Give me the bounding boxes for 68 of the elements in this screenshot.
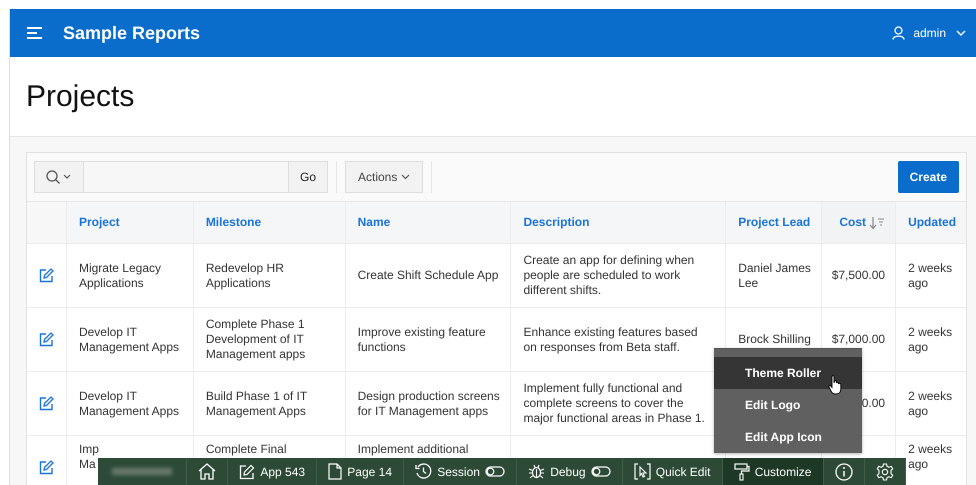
session-button[interactable]: Session [404, 458, 518, 485]
table-cell: Implement additional [358, 442, 468, 457]
page-button[interactable]: Page 14 [317, 458, 404, 485]
table-cell-text: 2 weeks ago [908, 324, 954, 354]
column-header[interactable]: Project Lead [738, 215, 810, 230]
actions-button[interactable]: Actions [345, 161, 424, 193]
table-cell-text: Redevelop HR Applications [206, 260, 285, 290]
table-cell-text: Migrate Legacy Applications [78, 260, 162, 290]
search-icon[interactable] [46, 170, 72, 184]
table-cell-text: Develop IT Management Apps [78, 388, 180, 418]
page-icon [328, 463, 342, 480]
edit-icon [239, 464, 256, 480]
column-header[interactable]: Description [523, 215, 590, 230]
table-cell-text: 2 weeks ago [908, 260, 954, 290]
table-cell: Imp Ma [78, 442, 99, 472]
table-cell-text: Design production screens for IT Management apps [358, 388, 501, 418]
table-cell-text: Improve existing feature functions [358, 324, 487, 354]
table-cell: 0.00 [862, 396, 886, 411]
column-header[interactable]: Project [78, 215, 120, 230]
menu-item[interactable]: Edit App Icon [714, 421, 862, 453]
page-title: Projects [26, 80, 134, 114]
table-cell: Complete Final [206, 442, 287, 457]
pointer-select-icon [634, 463, 651, 480]
table-cell-text: Build Phase 1 of IT Management Apps [206, 388, 308, 418]
history-clock-icon [415, 463, 432, 480]
table-cell: $7,000.00 [832, 332, 886, 347]
table-cell-text: Complete Phase 1 Development of IT Management apps [206, 317, 306, 362]
customize-button[interactable]: Customize [722, 458, 824, 485]
column-header[interactable]: Name [358, 215, 390, 230]
column-header[interactable]: Updated [908, 215, 956, 230]
edit-icon[interactable] [38, 396, 54, 411]
search-field[interactable]: Go [34, 161, 328, 193]
chevron-down-icon[interactable] [956, 30, 966, 36]
debug-button[interactable]: Debug [517, 458, 623, 485]
column-header[interactable]: Milestone [206, 215, 262, 230]
edit-icon[interactable] [38, 332, 54, 347]
table-cell: $7,500.00 [832, 268, 886, 283]
table-cell-text: Implement fully functional and complete screens to cover the major functional areas in Phase 1. [523, 381, 706, 426]
table-cell-text: Daniel James Lee [738, 260, 812, 290]
edit-icon[interactable] [38, 268, 54, 283]
settings-icon [876, 462, 894, 480]
table-cell-text: 2 weeks ago [908, 388, 954, 418]
app-button[interactable]: App 543 [228, 458, 318, 485]
column-header[interactable]: Cost [839, 215, 866, 230]
toggle-icon [590, 466, 611, 477]
user-menu[interactable]: admin [913, 26, 946, 40]
sort-descending-icon[interactable] [869, 216, 886, 230]
table-cell: Create Shift Schedule App [358, 268, 498, 283]
hand-cursor-icon [828, 375, 842, 395]
info-icon [834, 462, 853, 480]
menu-item[interactable]: Edit Logo [714, 389, 862, 421]
paint-roller-icon [734, 462, 750, 480]
table-cell-text: Create an app for defining when people are scheduled to work different shifts. [523, 253, 696, 298]
chevron-down-icon [401, 174, 410, 180]
create-button[interactable]: Create [898, 161, 959, 193]
menu-icon[interactable] [27, 27, 43, 39]
table-cell: Brock Shilling [738, 332, 811, 347]
bug-icon [528, 463, 546, 480]
app-title[interactable]: Sample Reports [63, 22, 200, 44]
user-icon[interactable] [892, 26, 906, 40]
edit-icon[interactable] [38, 460, 54, 475]
table-cell-text: 2 weeks ago [908, 442, 954, 472]
home-icon [198, 463, 216, 480]
toggle-icon [484, 466, 505, 477]
table-cell-text: Enhance existing features based on responses from Beta staff. [523, 324, 699, 354]
menu-item[interactable]: Theme Roller [714, 357, 862, 389]
table-cell-text: Develop IT Management Apps [78, 324, 180, 354]
blurred-text [112, 468, 172, 475]
